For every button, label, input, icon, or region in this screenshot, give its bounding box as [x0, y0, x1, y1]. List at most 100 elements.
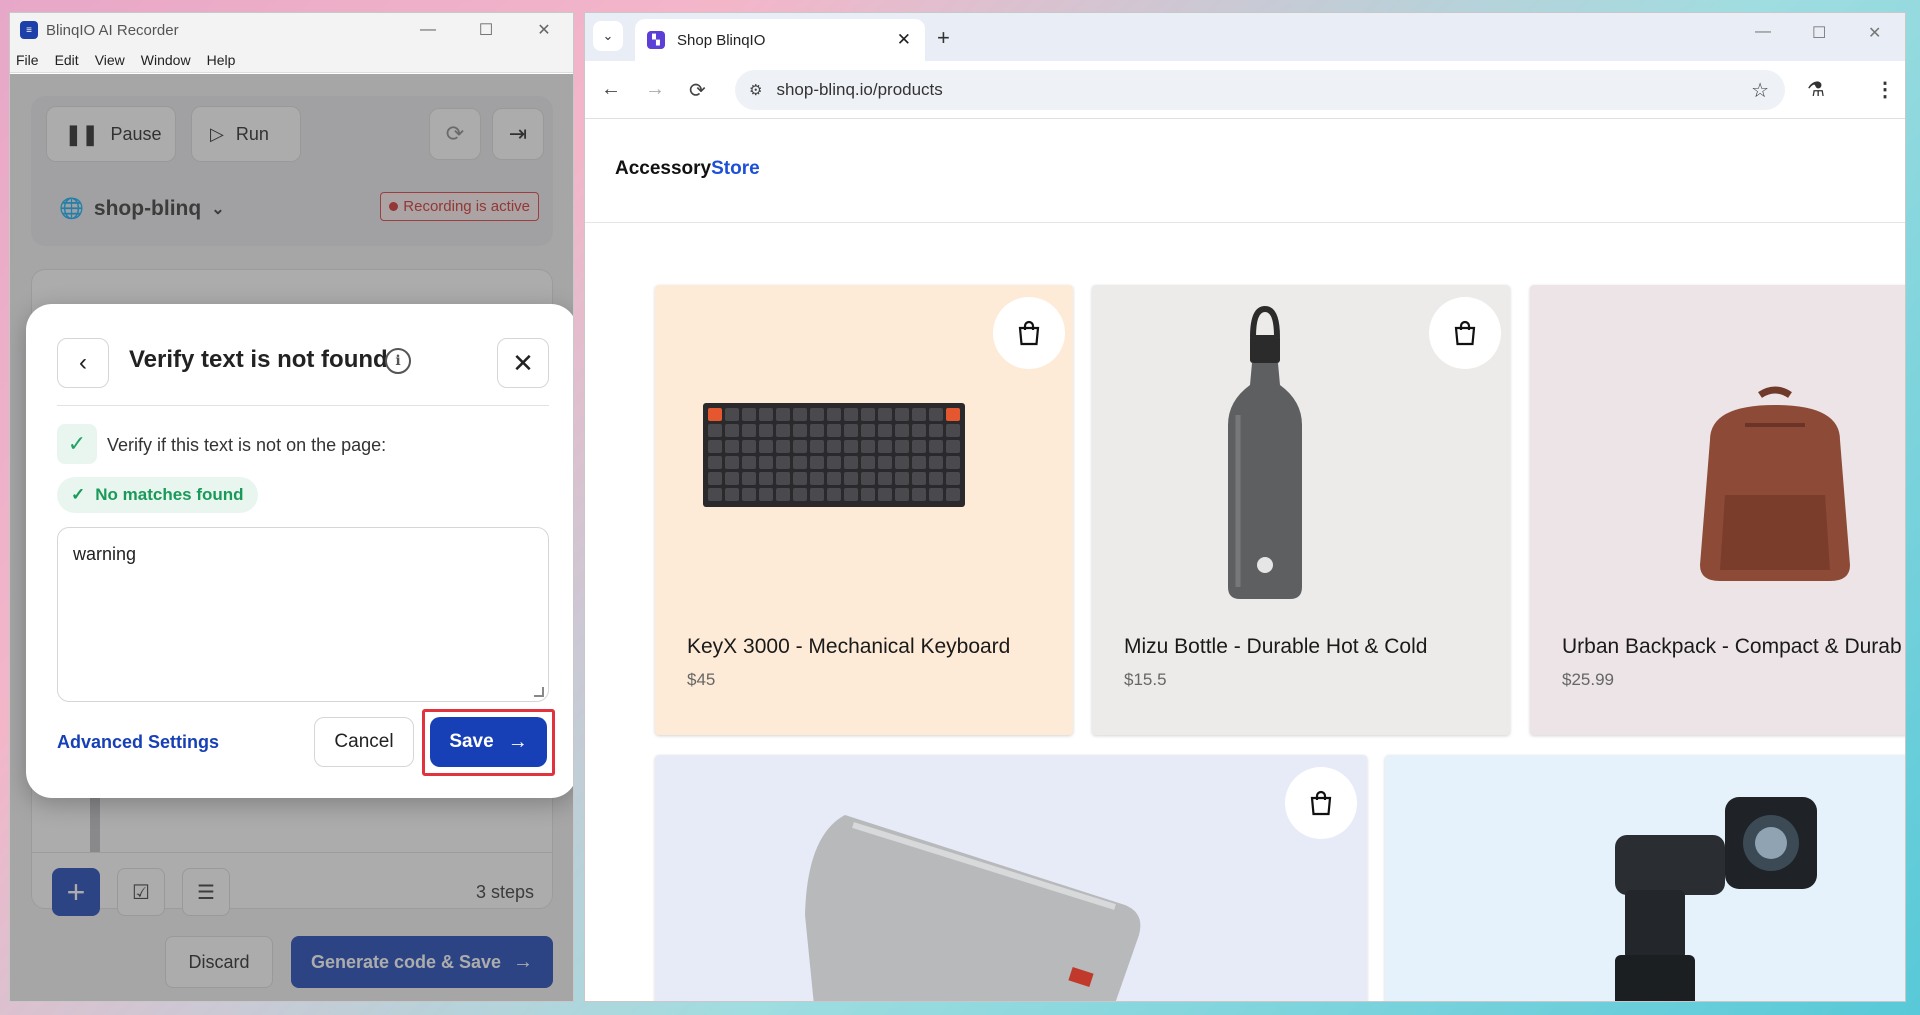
save-label: Save [449, 731, 494, 752]
keyboard-key [708, 440, 722, 453]
keyboard-key [895, 424, 909, 437]
address-bar[interactable]: ⚙ shop-blinq.io/products ☆ [735, 70, 1785, 110]
menu-window[interactable]: Window [141, 52, 191, 68]
back-button[interactable]: ‹ [57, 338, 109, 388]
power-bank-image [805, 815, 1141, 1001]
keyboard-key [861, 488, 875, 501]
keyboard-key [912, 456, 926, 469]
menu-edit[interactable]: Edit [55, 52, 79, 68]
close-icon[interactable]: ✕ [515, 13, 573, 47]
keyboard-key [810, 424, 824, 437]
keyboard-key [827, 488, 841, 501]
keyboard-key [878, 440, 892, 453]
maximize-icon[interactable]: ☐ [1812, 23, 1826, 43]
resize-handle-icon[interactable] [534, 687, 544, 697]
keyboard-key [776, 488, 790, 501]
advanced-settings-link[interactable]: Advanced Settings [57, 732, 219, 753]
add-to-cart-button[interactable] [993, 297, 1065, 369]
menu-view[interactable]: View [95, 52, 125, 68]
cancel-button[interactable]: Cancel [314, 717, 414, 767]
keyboard-key [759, 408, 773, 421]
product-price: $25.99 [1562, 670, 1614, 689]
keyboard-key [742, 488, 756, 501]
keyboard-key [844, 472, 858, 485]
keyboard-key [912, 424, 926, 437]
keyboard-image [703, 403, 965, 507]
verify-checkbox[interactable]: ✓ [57, 424, 97, 464]
keyboard-key [759, 472, 773, 485]
keyboard-key [878, 424, 892, 437]
check-icon: ✓ [71, 485, 86, 504]
keyboard-key [912, 488, 926, 501]
keyboard-key [810, 456, 824, 469]
browser-window: ⌄ ▚ Shop BlinqIO ✕ + — ☐ ✕ ← → ⟳ ⚙ shop-… [584, 12, 1906, 1002]
add-to-cart-button[interactable] [1429, 297, 1501, 369]
check-icon: ✓ [67, 431, 87, 456]
text-to-verify-value: warning [73, 544, 137, 564]
keyboard-key [708, 456, 722, 469]
store-logo[interactable]: AccessoryStore [615, 158, 760, 180]
minimize-icon[interactable]: — [1755, 23, 1771, 41]
keyboard-key [776, 456, 790, 469]
product-name: KeyX 3000 - Mechanical Keyboard [687, 635, 1011, 658]
tab-search-button[interactable]: ⌄ [593, 21, 623, 51]
maximize-icon[interactable]: ☐ [457, 13, 515, 47]
keyboard-key [895, 488, 909, 501]
info-icon[interactable]: i [385, 348, 411, 374]
save-button[interactable]: Save → [430, 717, 547, 767]
menu-help[interactable]: Help [207, 52, 236, 68]
reload-icon[interactable]: ⟳ [689, 78, 706, 103]
keyboard-key [776, 408, 790, 421]
keyboard-key [861, 440, 875, 453]
keyboard-key [793, 488, 807, 501]
bottle-image [1228, 305, 1302, 599]
keyboard-key [776, 440, 790, 453]
keyboard-key [742, 456, 756, 469]
keyboard-key [878, 488, 892, 501]
chevron-left-icon: ‹ [79, 349, 87, 376]
close-tab-icon[interactable]: ✕ [897, 30, 911, 50]
product-card[interactable]: Urban Backpack - Compact & Durab $25.99 [1530, 285, 1905, 735]
text-to-verify-input[interactable]: warning [57, 527, 549, 702]
menu-dots-icon[interactable]: ⋮ [1875, 77, 1895, 102]
tab-bar: ⌄ ▚ Shop BlinqIO ✕ + — ☐ ✕ [585, 13, 1905, 61]
keyboard-key [895, 456, 909, 469]
keyboard-key [810, 408, 824, 421]
labs-flask-icon[interactable]: ⚗ [1807, 77, 1825, 102]
keyboard-key [844, 440, 858, 453]
add-to-cart-button[interactable] [1285, 767, 1357, 839]
keyboard-key [946, 488, 960, 501]
keyboard-key [844, 424, 858, 437]
keyboard-key [725, 424, 739, 437]
keyboard-key [793, 424, 807, 437]
minimize-icon[interactable]: — [399, 13, 457, 47]
close-icon[interactable]: ✕ [1868, 23, 1881, 43]
tab-shop-blinqio[interactable]: ▚ Shop BlinqIO ✕ [635, 19, 925, 61]
keyboard-key [878, 456, 892, 469]
product-price: $45 [687, 670, 716, 689]
menubar: File Edit View Window Help [10, 47, 573, 73]
app-logo-icon: ≡ [20, 21, 38, 39]
keyboard-key [827, 424, 841, 437]
bookmark-star-icon[interactable]: ☆ [1751, 78, 1769, 103]
keyboard-key [827, 472, 841, 485]
divider [57, 405, 549, 406]
shopping-bag-icon [1310, 790, 1332, 816]
keyboard-key [929, 456, 943, 469]
close-dialog-button[interactable]: ✕ [497, 338, 549, 388]
keyboard-key [929, 408, 943, 421]
back-icon[interactable]: ← [601, 78, 621, 101]
site-settings-icon[interactable]: ⚙ [749, 81, 762, 99]
product-card[interactable]: Mizu Bottle - Durable Hot & Cold $15.5 [1092, 285, 1510, 735]
keyboard-key [759, 456, 773, 469]
product-card[interactable] [1385, 755, 1905, 1001]
match-status-badge: ✓ No matches found [57, 477, 258, 513]
menu-file[interactable]: File [16, 52, 39, 68]
product-card[interactable] [655, 755, 1367, 1001]
forward-icon[interactable]: → [645, 78, 665, 101]
product-card[interactable]: KeyX 3000 - Mechanical Keyboard $45 [655, 285, 1073, 735]
keyboard-key [861, 456, 875, 469]
backpack-image [1700, 386, 1850, 581]
new-tab-icon[interactable]: + [937, 25, 950, 51]
keyboard-key [793, 440, 807, 453]
